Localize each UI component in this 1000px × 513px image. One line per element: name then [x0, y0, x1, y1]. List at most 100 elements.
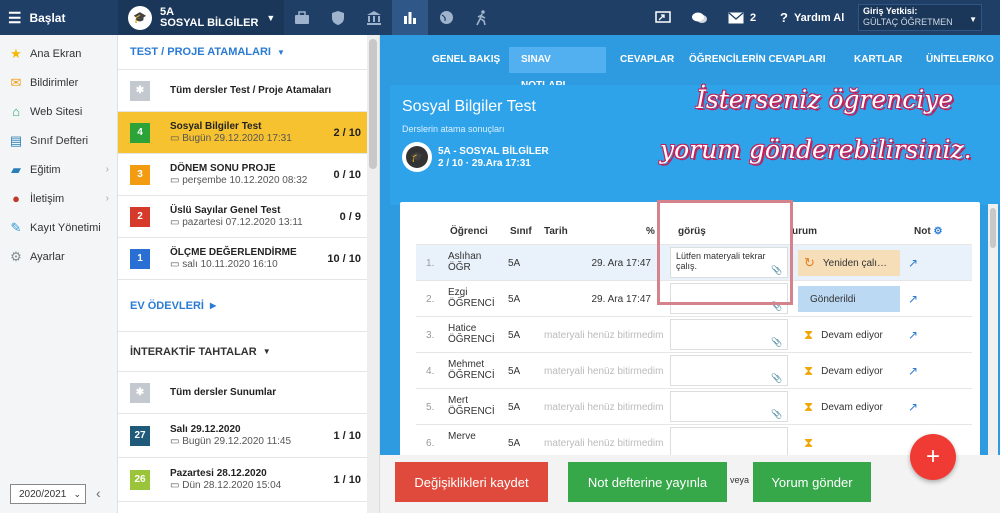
- presentation-badge-icon: ✱: [130, 382, 150, 403]
- status-badge[interactable]: Gönderildi: [798, 286, 900, 312]
- test-item[interactable]: 1 ÖLÇME DEĞERLENDİRME ▭ salı 10.11.2020 …: [118, 238, 379, 280]
- tab-kartlar[interactable]: KARTLAR: [842, 47, 914, 73]
- test-section-header[interactable]: TEST / PROJE ATAMALARI ▼: [118, 35, 379, 70]
- publish-to-gradebook-button[interactable]: Not defterine yayınla: [568, 462, 727, 502]
- messages-button[interactable]: 2: [728, 0, 756, 35]
- table-row[interactable]: 5. Mert ÖĞRENCİ 5A materyali henüz bitirm…: [416, 388, 972, 424]
- external-link-icon[interactable]: ↗: [908, 256, 918, 270]
- row-number: 3.: [426, 330, 435, 341]
- sidebar-item-label: İletişim: [30, 192, 65, 205]
- test-score: 2 / 10: [333, 126, 361, 139]
- test-item[interactable]: 2 Üslü Sayılar Genel Test ▭ pazartesi 07…: [118, 196, 379, 238]
- sidebar-item-ayarlar[interactable]: ⚙ Ayarlar: [0, 242, 117, 271]
- gear-icon: ⚙: [933, 226, 943, 237]
- tab-sinav-notlari[interactable]: SINAV NOTLARI: [509, 47, 606, 91]
- test-score: 0 / 10: [333, 168, 361, 181]
- class-selector[interactable]: 🎓 5A SOSYAL BİLGİLER ▼: [118, 0, 284, 35]
- tab-cevaplar[interactable]: CEVAPLAR: [608, 47, 686, 73]
- send-comment-button[interactable]: Yorum gönder: [753, 462, 871, 502]
- help-question-icon: ?: [780, 10, 788, 25]
- shield-icon[interactable]: [320, 0, 356, 35]
- all-boards-item[interactable]: ✱ Tüm dersler Sunumlar: [118, 372, 379, 414]
- external-link-icon[interactable]: ↗: [908, 400, 918, 414]
- screen-share-icon[interactable]: [655, 0, 671, 35]
- student-class: 5A: [508, 366, 521, 377]
- boards-section-header[interactable]: İNTERAKTİF TAHTALAR ▼: [118, 332, 379, 372]
- sidebar-item-label: Sınıf Defteri: [30, 134, 89, 147]
- graduation-cap-icon: 🎓: [128, 5, 152, 30]
- auth-label: Giriş Yetkisi:: [863, 6, 918, 16]
- table-row[interactable]: 3. Hatice ÖĞRENCİ 5A materyali henüz biti…: [416, 316, 972, 352]
- help-label: Yardım Al: [793, 11, 845, 24]
- institution-icon[interactable]: [356, 0, 392, 35]
- list-item-title: Tüm dersler Sunumlar: [170, 387, 277, 398]
- year-select[interactable]: 2020/2021 ⌄: [10, 484, 86, 504]
- chat-bubbles-icon[interactable]: [691, 0, 708, 35]
- tab-uniteler[interactable]: ÜNİTELER/KO: [914, 47, 1000, 73]
- board-badge: 27: [130, 425, 150, 446]
- sidebar-item-ana-ekran[interactable]: ★ Ana Ekran: [0, 39, 117, 68]
- collapse-sidebar-icon[interactable]: ‹: [96, 485, 101, 501]
- help-button[interactable]: ? Yardım Al: [780, 0, 844, 35]
- external-link-icon[interactable]: ↗: [908, 292, 918, 306]
- walking-person-icon[interactable]: [464, 0, 500, 35]
- table-row[interactable]: 4. Mehmet ÖĞRENCİ 5A materyali henüz biti…: [416, 352, 972, 388]
- envelope-icon: ✉: [10, 74, 22, 90]
- status-badge: ⧗ Devam ediyor: [798, 322, 900, 348]
- section-title: İNTERAKTİF TAHTALAR: [130, 345, 257, 358]
- status-badge: ⧗ Devam ediyor: [798, 394, 900, 420]
- all-tests-item[interactable]: ✱ Tüm dersler Test / Proje Atamaları: [118, 70, 379, 112]
- paperclip-icon[interactable]: 📎: [771, 373, 782, 384]
- card-scrollbar[interactable]: [988, 204, 998, 489]
- board-item[interactable]: 27 Salı 29.12.2020 ▭ Bugün 29.12.2020 11…: [118, 414, 379, 458]
- row-number: 4.: [426, 366, 435, 377]
- paperclip-icon[interactable]: 📎: [771, 409, 782, 420]
- test-title: DÖNEM SONU PROJE: [170, 162, 276, 174]
- sidebar-item-sinif-defteri[interactable]: ▤ Sınıf Defteri: [0, 126, 117, 155]
- home-icon: ⌂: [12, 104, 20, 119]
- add-button[interactable]: +: [910, 434, 956, 480]
- row-number: 1.: [426, 258, 435, 269]
- student-first-name: Ezgi: [448, 287, 468, 298]
- gear-icon: ⚙: [10, 248, 22, 264]
- external-link-icon[interactable]: ↗: [908, 364, 918, 378]
- year-value: 2020/2021: [19, 488, 67, 500]
- sidebar-item-egitim[interactable]: ▰ Eğitim ›: [0, 155, 117, 184]
- unfinished-note: materyali henüz bitirmedim: [544, 366, 664, 377]
- globe-icon[interactable]: [428, 0, 464, 35]
- top-bar: ☰ Başlat 🎓 5A SOSYAL BİLGİLER ▼ 2 ? Yard…: [0, 0, 1000, 35]
- auth-user: GÜLTAÇ ÖĞRETMEN: [863, 17, 953, 27]
- homework-section-header[interactable]: EV ÖDEVLERİ ▶: [118, 280, 379, 332]
- paperclip-icon[interactable]: 📎: [771, 337, 782, 348]
- external-link-icon[interactable]: ↗: [908, 328, 918, 342]
- board-item[interactable]: 26 Pazartesi 28.12.2020 ▭ Dün 28.12.2020…: [118, 458, 379, 502]
- tab-genel-bakis[interactable]: GENEL BAKIŞ: [420, 47, 512, 73]
- tab-ogrencilerin-cevaplari[interactable]: ÖĞRENCİLERİN CEVAPLARI: [677, 47, 838, 73]
- test-item[interactable]: 3 DÖNEM SONU PROJE ▭ perşembe 10.12.2020…: [118, 154, 379, 196]
- printer-icon: ▭: [170, 435, 183, 447]
- status-badge[interactable]: ↻ Yeniden çalı…: [798, 250, 900, 276]
- status-label: Gönderildi: [810, 293, 856, 305]
- briefcase-icon[interactable]: [284, 0, 320, 35]
- comment-field[interactable]: [670, 427, 788, 458]
- status-badge: ⧗ Devam ediyor: [798, 358, 900, 384]
- sidebar-item-web-sitesi[interactable]: ⌂ Web Sitesi: [0, 97, 117, 126]
- section-title: EV ÖDEVLERİ: [130, 299, 204, 312]
- start-menu-button[interactable]: ☰ Başlat: [0, 0, 118, 35]
- test-item[interactable]: 4 Sosyal Bilgiler Test ▭ Bugün 29.12.202…: [118, 112, 379, 154]
- chevron-right-icon: ▶: [209, 301, 217, 310]
- save-changes-button[interactable]: Değişiklikleri kaydet: [395, 462, 548, 502]
- sidebar-item-bildirimler[interactable]: ✉ Bildirimler: [0, 68, 117, 97]
- panel-scrollbar[interactable]: [367, 35, 379, 513]
- sidebar-item-iletisim[interactable]: ● İletişim ›: [0, 184, 117, 213]
- sidebar-item-kayit-yonetimi[interactable]: ✎ Kayıt Yönetimi: [0, 213, 117, 242]
- star-icon: ★: [10, 45, 22, 61]
- monitor-icon: ▭: [170, 216, 183, 228]
- board-title: Pazartesi 28.12.2020: [170, 467, 267, 479]
- pen-icon: ✎: [10, 219, 22, 235]
- col-header-note[interactable]: Not ⚙: [914, 226, 942, 237]
- student-first-name: Mehmet: [448, 359, 485, 370]
- board-score: 1 / 10: [333, 473, 361, 486]
- bar-chart-icon[interactable]: [392, 0, 428, 35]
- user-menu[interactable]: Giriş Yetkisi: GÜLTAÇ ÖĞRETMEN ▼: [858, 4, 982, 31]
